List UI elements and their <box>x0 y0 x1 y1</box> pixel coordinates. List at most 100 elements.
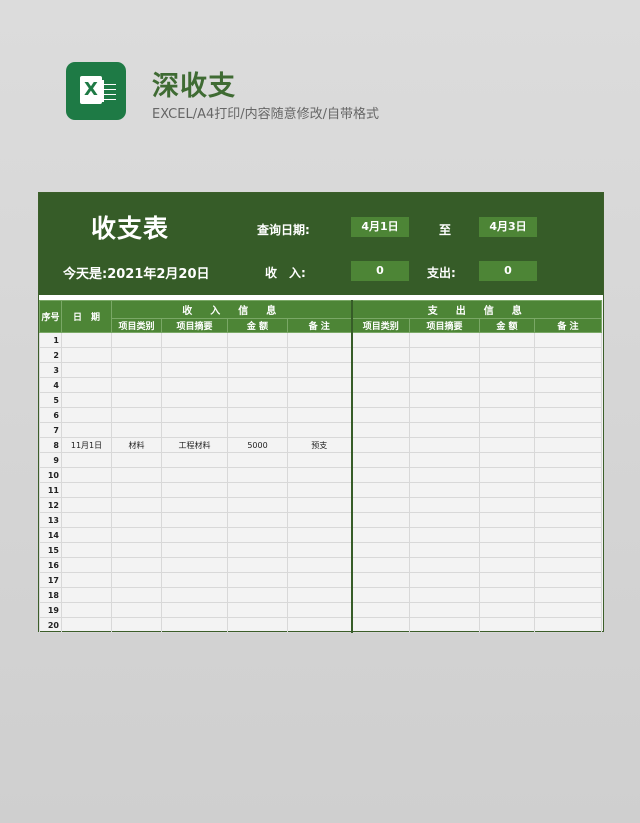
expense-cell[interactable] <box>351 392 410 408</box>
income-cell-note[interactable] <box>287 527 353 543</box>
expense-cell[interactable] <box>534 452 602 468</box>
expense-cell[interactable] <box>351 407 410 423</box>
income-cell-date[interactable] <box>61 587 112 603</box>
income-cell-date[interactable]: 11月1日 <box>61 437 112 453</box>
expense-cell[interactable] <box>351 482 410 498</box>
expense-cell[interactable] <box>409 542 480 558</box>
income-cell-sum[interactable] <box>161 452 228 468</box>
expense-cell[interactable] <box>479 392 535 408</box>
income-cell-note[interactable] <box>287 377 353 393</box>
income-cell-cat[interactable] <box>111 362 162 378</box>
income-cell-amt[interactable] <box>227 392 288 408</box>
income-cell-note[interactable] <box>287 422 353 438</box>
expense-cell[interactable] <box>409 467 480 483</box>
income-cell-sum[interactable] <box>161 512 228 528</box>
income-cell-note[interactable] <box>287 452 353 468</box>
expense-cell[interactable] <box>409 407 480 423</box>
income-cell-cat[interactable] <box>111 512 162 528</box>
expense-cell[interactable] <box>479 347 535 363</box>
expense-cell[interactable] <box>479 542 535 558</box>
expense-cell[interactable] <box>479 587 535 603</box>
expense-cell[interactable] <box>351 497 410 513</box>
income-cell-date[interactable] <box>61 467 112 483</box>
income-cell-cat[interactable] <box>111 482 162 498</box>
income-cell-sum[interactable] <box>161 527 228 543</box>
expense-cell[interactable] <box>534 422 602 438</box>
expense-cell[interactable] <box>479 422 535 438</box>
income-cell-sum[interactable]: 工程材料 <box>161 437 228 453</box>
expense-cell[interactable] <box>479 362 535 378</box>
income-cell-cat[interactable] <box>111 467 162 483</box>
expense-cell[interactable] <box>409 347 480 363</box>
expense-cell[interactable] <box>409 587 480 603</box>
income-cell-amt[interactable] <box>227 362 288 378</box>
income-cell-amt[interactable] <box>227 377 288 393</box>
expense-cell[interactable] <box>534 572 602 588</box>
expense-cell[interactable] <box>409 362 480 378</box>
income-cell-date[interactable] <box>61 392 112 408</box>
expense-cell[interactable] <box>534 482 602 498</box>
expense-cell[interactable] <box>534 542 602 558</box>
income-cell-date[interactable] <box>61 332 112 348</box>
expense-cell[interactable] <box>409 557 480 573</box>
income-cell-sum[interactable] <box>161 587 228 603</box>
income-cell-sum[interactable] <box>161 497 228 513</box>
expense-cell[interactable] <box>534 377 602 393</box>
income-cell-amt[interactable] <box>227 527 288 543</box>
expense-cell[interactable] <box>351 437 410 453</box>
expense-cell[interactable] <box>409 527 480 543</box>
income-cell-cat[interactable] <box>111 452 162 468</box>
expense-cell[interactable] <box>351 587 410 603</box>
income-cell-date[interactable] <box>61 512 112 528</box>
income-cell-amt[interactable] <box>227 452 288 468</box>
expense-cell[interactable] <box>409 422 480 438</box>
income-cell-amt[interactable] <box>227 347 288 363</box>
expense-cell[interactable] <box>351 332 410 348</box>
expense-cell[interactable] <box>479 617 535 633</box>
income-cell-amt[interactable] <box>227 602 288 618</box>
income-cell-cat[interactable] <box>111 617 162 633</box>
income-cell-cat[interactable] <box>111 422 162 438</box>
income-cell-note[interactable] <box>287 512 353 528</box>
income-cell-note[interactable] <box>287 482 353 498</box>
income-cell-note[interactable] <box>287 542 353 558</box>
income-cell-amt[interactable]: 5000 <box>227 437 288 453</box>
income-cell-date[interactable] <box>61 557 112 573</box>
expense-cell[interactable] <box>534 497 602 513</box>
income-cell-cat[interactable] <box>111 392 162 408</box>
expense-cell[interactable] <box>409 392 480 408</box>
income-cell-sum[interactable] <box>161 572 228 588</box>
expense-cell[interactable] <box>351 467 410 483</box>
expense-cell[interactable] <box>534 467 602 483</box>
expense-cell[interactable] <box>351 512 410 528</box>
income-cell-sum[interactable] <box>161 362 228 378</box>
income-cell-cat[interactable] <box>111 527 162 543</box>
income-cell-note[interactable] <box>287 347 353 363</box>
income-cell-amt[interactable] <box>227 512 288 528</box>
income-cell-sum[interactable] <box>161 467 228 483</box>
expense-cell[interactable] <box>534 347 602 363</box>
income-cell-sum[interactable] <box>161 482 228 498</box>
expense-cell[interactable] <box>409 332 480 348</box>
income-cell-amt[interactable] <box>227 497 288 513</box>
expense-cell[interactable] <box>351 377 410 393</box>
income-cell-sum[interactable] <box>161 557 228 573</box>
income-cell-amt[interactable] <box>227 482 288 498</box>
expense-cell[interactable] <box>479 512 535 528</box>
income-cell-date[interactable] <box>61 527 112 543</box>
income-cell-cat[interactable] <box>111 587 162 603</box>
expense-cell[interactable] <box>351 347 410 363</box>
income-cell-note[interactable]: 预支 <box>287 437 353 453</box>
expense-cell[interactable] <box>479 497 535 513</box>
expense-cell[interactable] <box>351 362 410 378</box>
expense-cell[interactable] <box>479 377 535 393</box>
income-cell-cat[interactable] <box>111 347 162 363</box>
expense-cell[interactable] <box>479 602 535 618</box>
expense-cell[interactable] <box>351 617 410 633</box>
income-cell-amt[interactable] <box>227 542 288 558</box>
income-cell-amt[interactable] <box>227 587 288 603</box>
income-cell-date[interactable] <box>61 572 112 588</box>
income-cell-sum[interactable] <box>161 602 228 618</box>
expense-cell[interactable] <box>479 467 535 483</box>
income-cell-amt[interactable] <box>227 407 288 423</box>
